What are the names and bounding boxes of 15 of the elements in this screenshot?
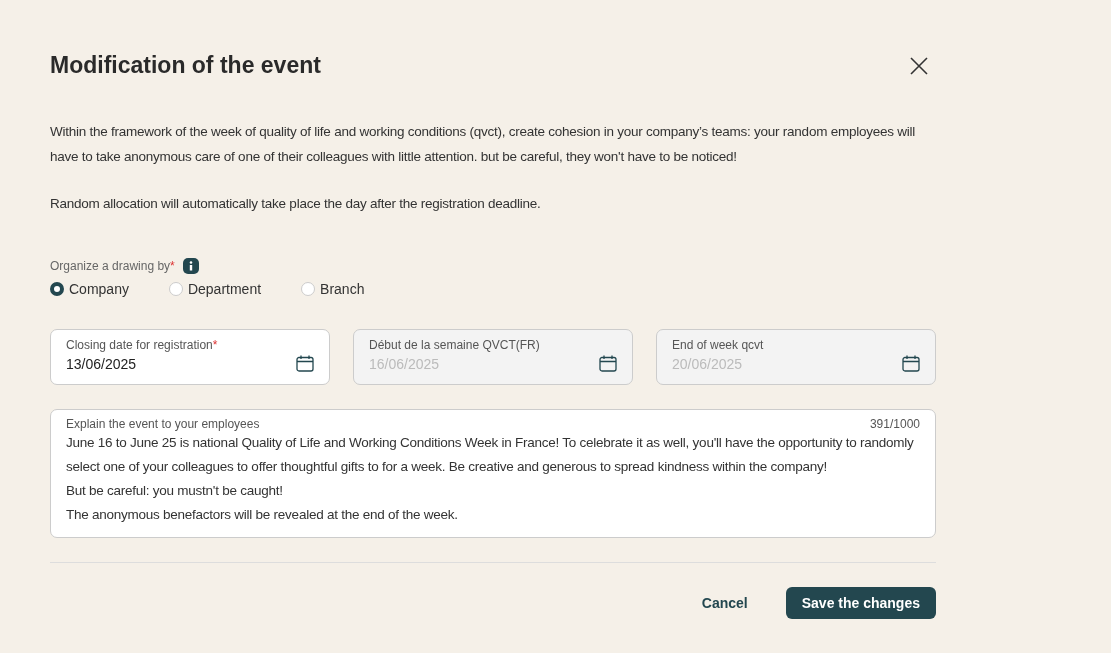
description-text: Within the framework of the week of quality of life and working conditions (qvct), create cohesion in your company’s teams: your random employees will have to take anonymous care of one of their colleagues with little attention. but be careful, they won't have to be noticed!	[50, 123, 916, 166]
date-field[interactable]: Closing date for registration* 13/06/2025	[50, 329, 330, 385]
info-icon[interactable]	[182, 258, 199, 274]
radio-option[interactable]: Branch	[301, 281, 365, 297]
calendar-icon[interactable]	[296, 355, 314, 372]
dialog-title: Modification of the event	[50, 52, 321, 79]
close-icon[interactable]	[910, 56, 928, 75]
description-text: Random allocation will automatically take place the day after the registration deadline.	[50, 195, 542, 213]
cancel-button[interactable]: Cancel	[695, 594, 754, 612]
explanation-field[interactable]: Explain the event to your employees 391/1000 June 16 to June 25 is national Quality of Life and Working Conditions Week in France! To celebrate it as well, you'll have the opportunity to randomly select one of your colleagues to offer thoughtful gifts to for a week. Be creative and generous to spread kindness within the company! But be careful: you mustn't be caught! The anonymous benefactors will be revealed at the end of the week.	[50, 409, 936, 538]
radio-option[interactable]: Company	[50, 281, 129, 297]
drawing-label: Organize a drawing by*	[50, 259, 175, 273]
radio-option[interactable]: Department	[168, 281, 262, 297]
radio-button[interactable]	[50, 282, 64, 296]
save-button[interactable]: Save the changes	[785, 587, 936, 619]
